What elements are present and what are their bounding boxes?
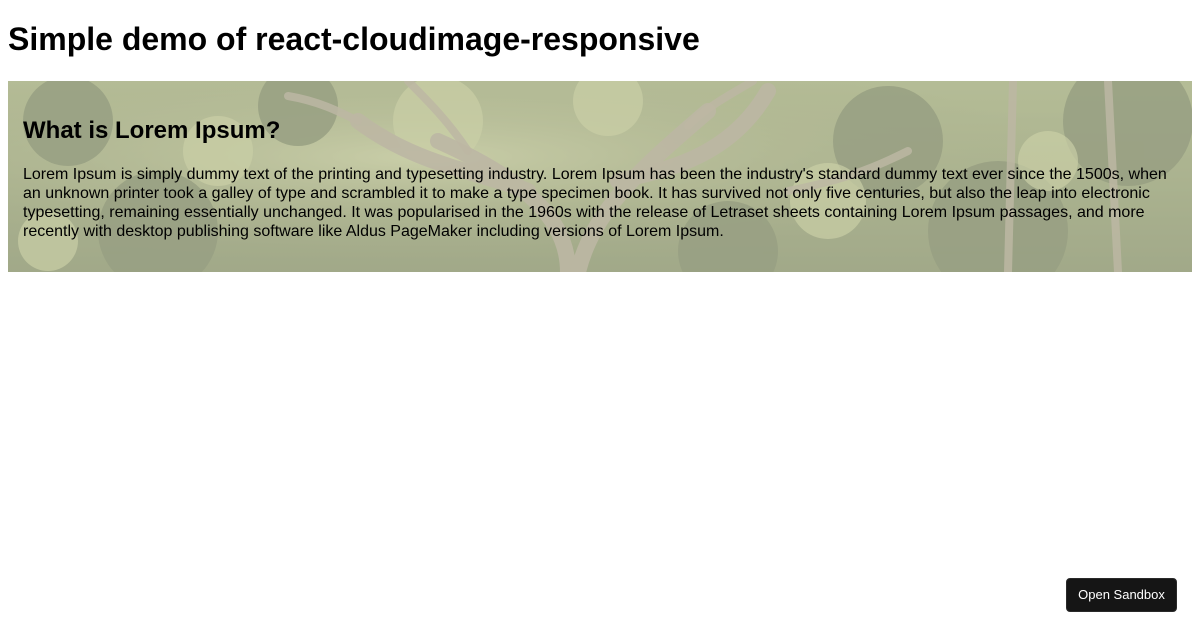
hero-heading: What is Lorem Ipsum? [23,117,281,144]
hero-banner: What is Lorem Ipsum? Lorem Ipsum is simp… [8,81,1192,272]
page-title: Simple demo of react-cloudimage-responsi… [8,21,700,57]
open-sandbox-button[interactable]: Open Sandbox [1066,578,1177,612]
hero-body-text: Lorem Ipsum is simply dummy text of the … [23,166,1167,240]
